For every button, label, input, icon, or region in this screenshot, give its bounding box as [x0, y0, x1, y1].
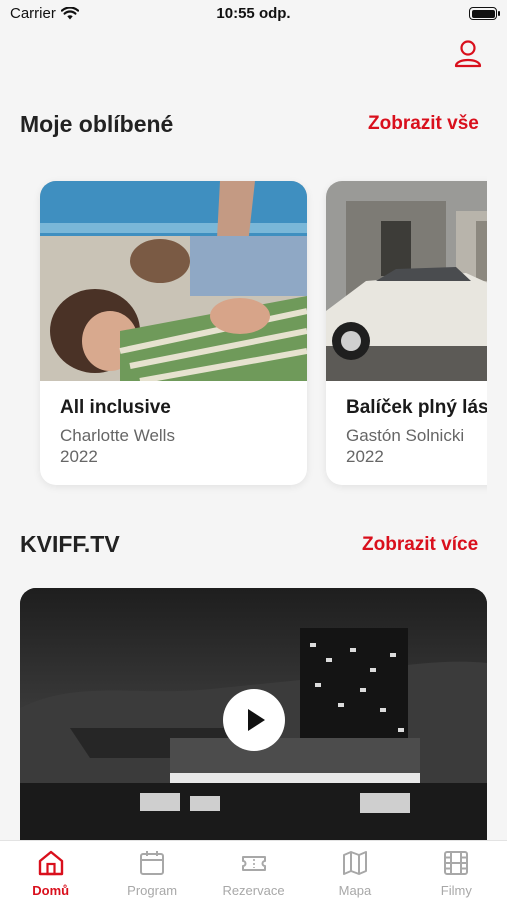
film-director: Gastón Solnicki [346, 426, 465, 445]
film-card[interactable]: Balíček plný lásky Gastón Solnicki 2022 [326, 181, 487, 485]
battery-icon [469, 7, 500, 20]
calendar-icon [140, 851, 165, 875]
tab-films[interactable]: Filmy [406, 841, 507, 900]
kviff-tv-show-more-link[interactable]: Zobrazit více [362, 534, 478, 556]
status-bar: Carrier 10:55 odp. [0, 0, 507, 30]
user-icon [454, 40, 482, 68]
status-time: 10:55 odp. [216, 5, 291, 22]
film-year: 2022 [346, 447, 384, 466]
film-title: Balíček plný lásky [346, 397, 487, 418]
tab-program[interactable]: Program [101, 841, 202, 900]
film-director: Charlotte Wells [60, 426, 175, 445]
tab-home[interactable]: Domů [0, 841, 101, 900]
favorites-title: Moje oblíbené [20, 111, 174, 137]
play-button[interactable] [223, 689, 285, 751]
film-poster-image [326, 181, 487, 381]
tab-bar: Domů Program Rezervace Mapa Filmy [0, 840, 507, 900]
kviff-tv-title: KVIFF.TV [20, 531, 120, 557]
favorites-show-all-link[interactable]: Zobrazit vše [368, 113, 479, 135]
tab-label: Filmy [440, 883, 472, 898]
film-year: 2022 [60, 447, 98, 466]
home-icon [38, 850, 63, 876]
video-card[interactable] [20, 588, 487, 858]
film-title: All inclusive [60, 397, 171, 418]
tab-label: Mapa [338, 883, 372, 898]
film-card[interactable]: All inclusive Charlotte Wells 2022 [40, 181, 307, 485]
tab-map[interactable]: Mapa [304, 841, 405, 900]
film-icon [444, 851, 469, 875]
ticket-icon [241, 856, 266, 871]
favorites-carousel[interactable]: All inclusive Charlotte Wells 2022 Balíč… [0, 170, 487, 500]
map-icon [342, 851, 367, 875]
tab-label: Domů [32, 883, 70, 898]
profile-button[interactable] [452, 38, 484, 70]
tab-reservations[interactable]: Rezervace [203, 841, 304, 900]
film-poster-image [40, 181, 307, 381]
tab-label: Rezervace [222, 883, 285, 898]
tab-label: Program [127, 883, 178, 898]
